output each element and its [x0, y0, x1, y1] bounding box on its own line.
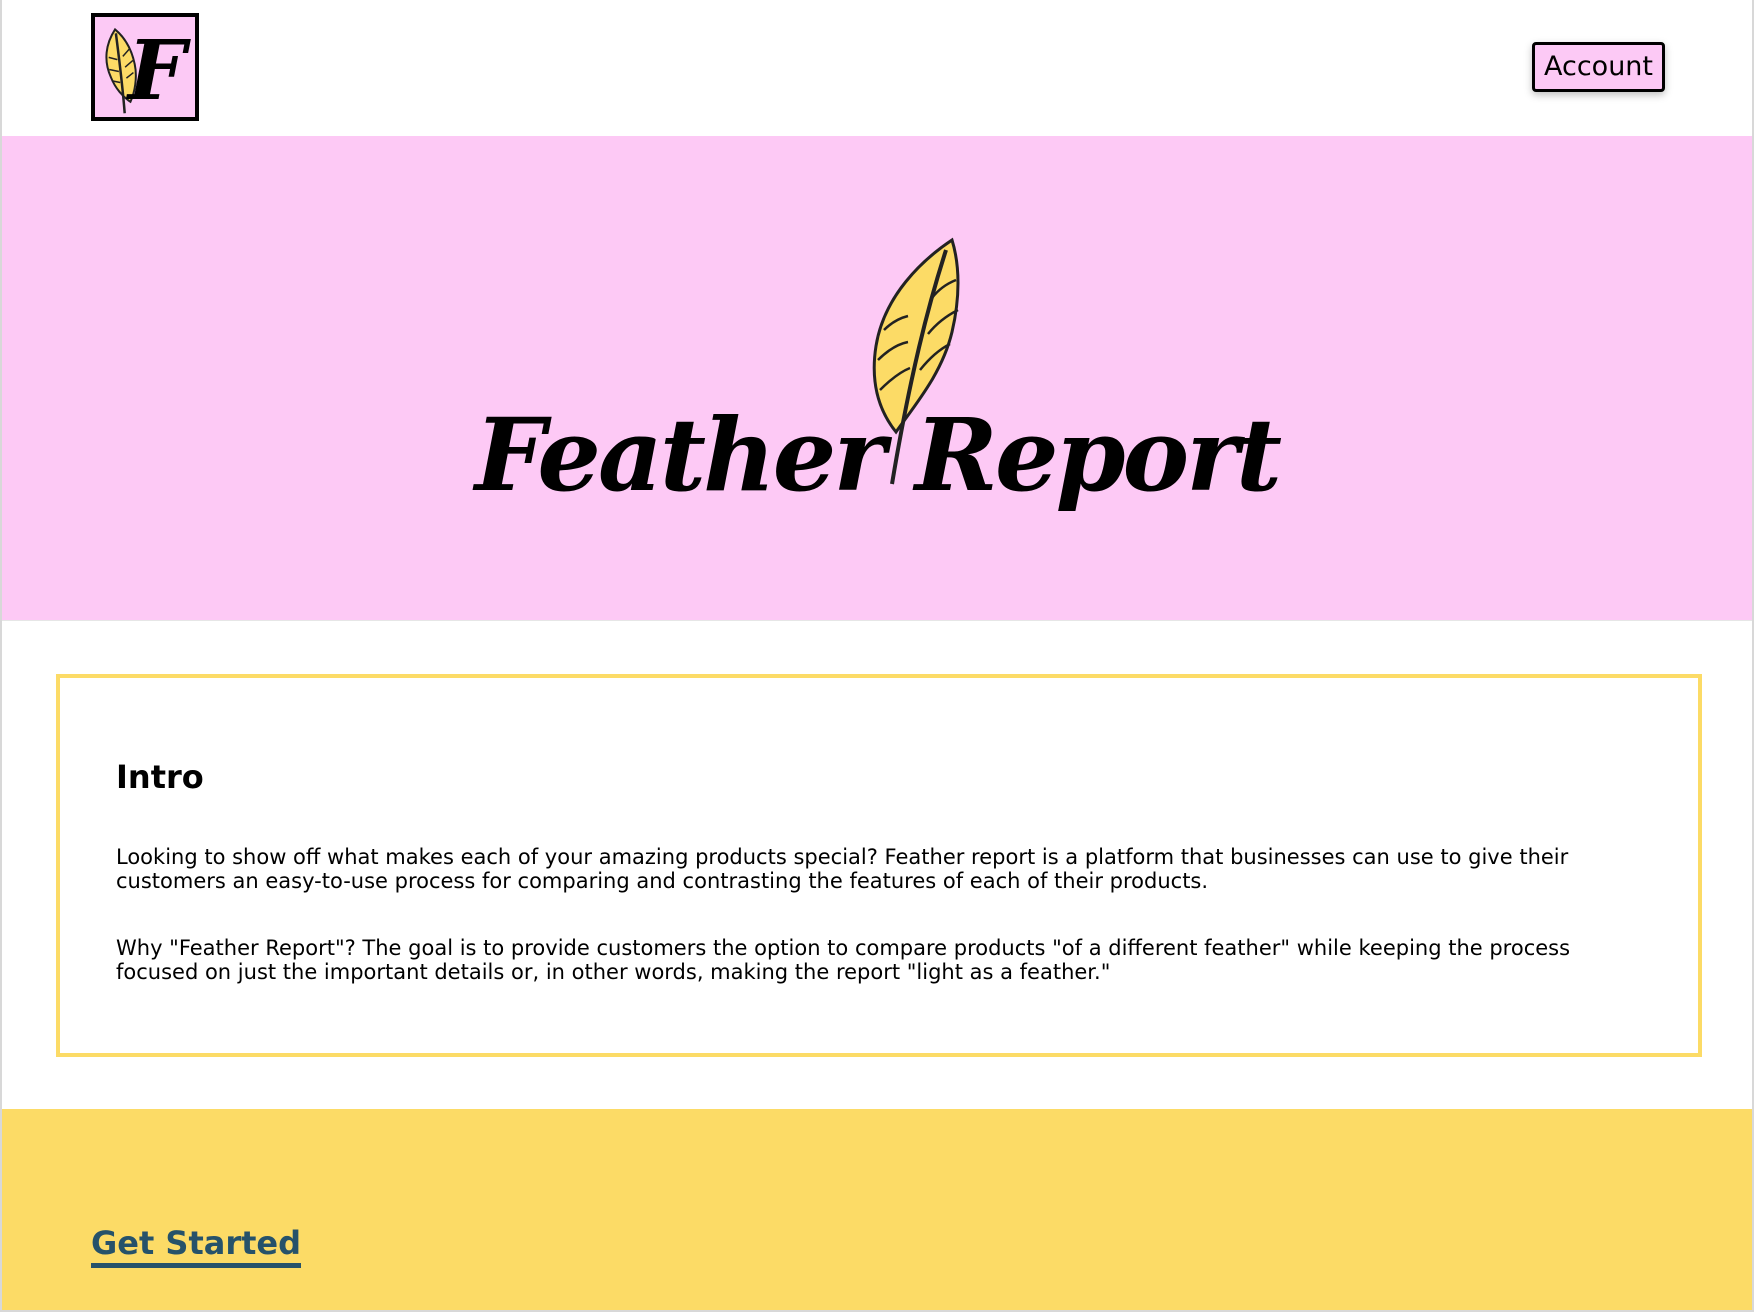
site-logo[interactable]: F [91, 13, 199, 121]
page: F Account Feather Report Intro Looking t… [0, 0, 1754, 1312]
logo-letter: F [126, 23, 191, 117]
top-bar: F Account [2, 0, 1752, 136]
hero-logo: Feather Report [457, 236, 1297, 556]
get-started-link[interactable]: Get Started [91, 1223, 302, 1268]
footer: Get Started [2, 1109, 1752, 1310]
intro-paragraph: Looking to show off what makes each of y… [116, 845, 1569, 893]
feather-logo-icon: F [105, 23, 191, 117]
intro-card: Intro Looking to show off what makes eac… [56, 674, 1702, 1057]
hero-banner: Feather Report [2, 136, 1752, 621]
account-button[interactable]: Account [1532, 42, 1665, 92]
hero-wordmark: Feather Report [474, 396, 1282, 514]
intro-heading: Intro [116, 758, 204, 796]
intro-paragraph: Why "Feather Report"? The goal is to pro… [116, 936, 1571, 984]
